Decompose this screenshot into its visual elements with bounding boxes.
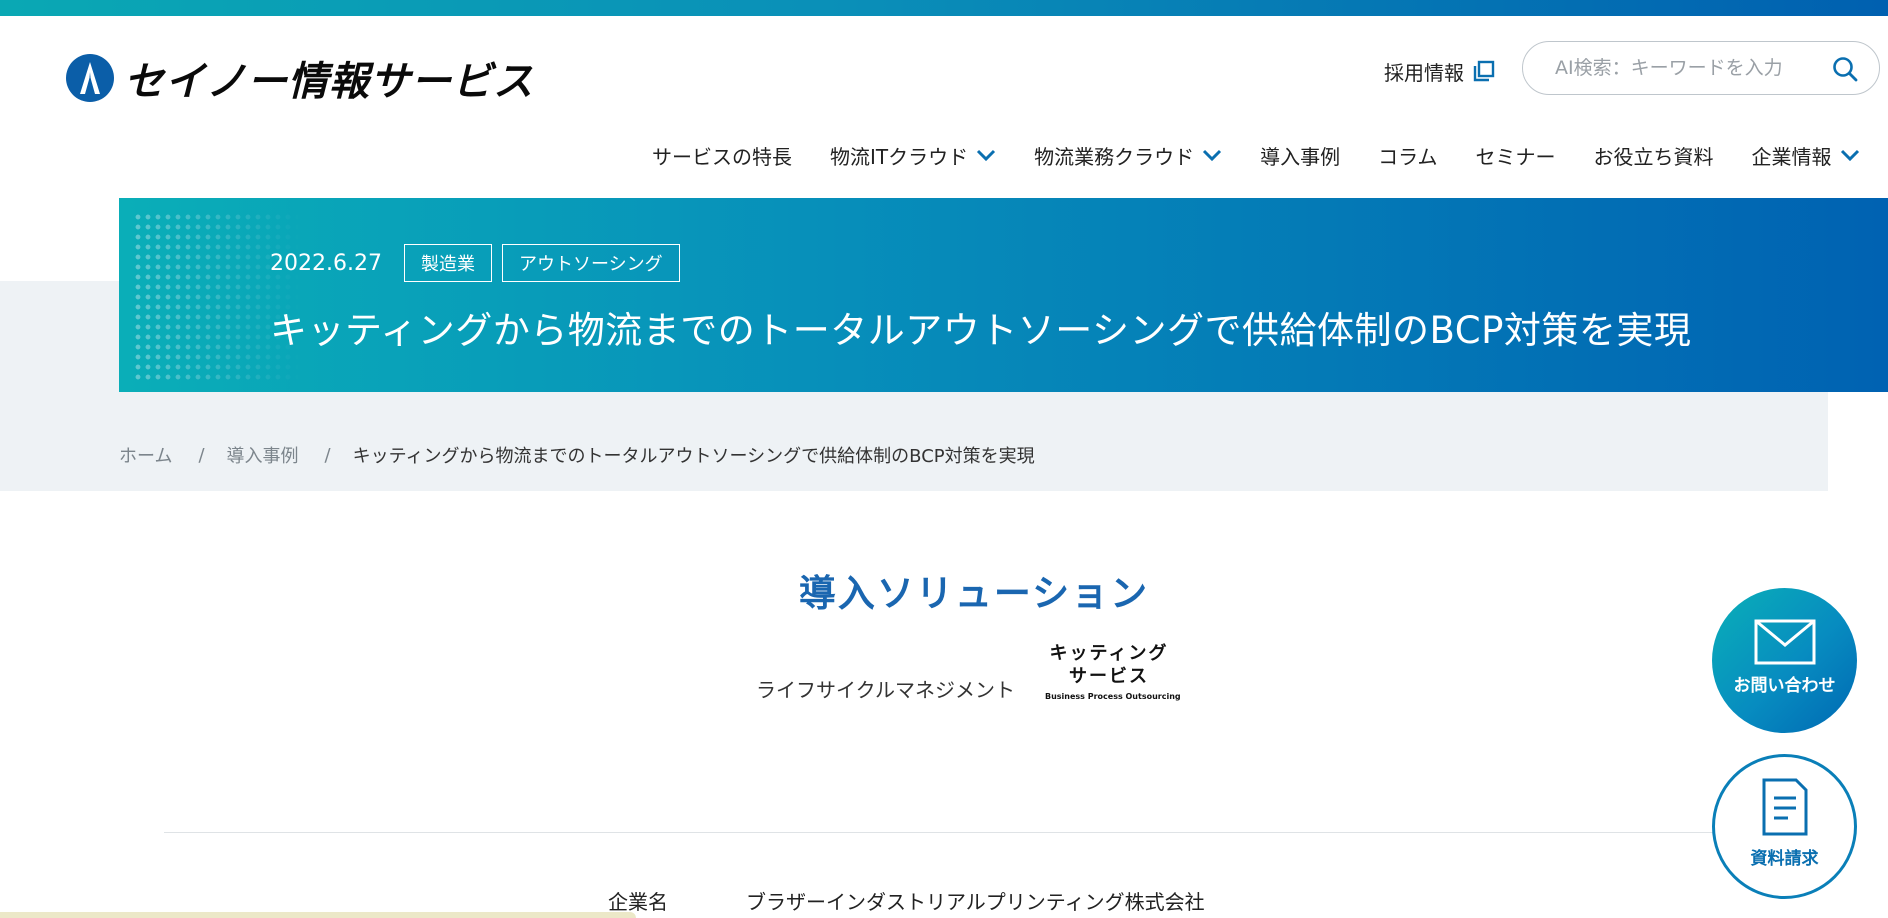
nav-item-column[interactable]: コラム (1378, 141, 1437, 170)
breadcrumb-current: キッティングから物流までのトータルアウトソーシングで供給体制のBCP対策を実現 (352, 446, 1035, 467)
nav-item-resources[interactable]: お役立ち資料 (1594, 141, 1714, 170)
nav-item-features[interactable]: サービスの特長 (652, 141, 792, 170)
breadcrumb: ホーム / 導入事例 / キッティングから物流までのトータルアウトソーシングで供… (119, 442, 1035, 468)
breadcrumb-separator: / (198, 444, 205, 466)
nav-item-label: 物流ITクラウド (830, 144, 969, 169)
main-nav: サービスの特長 物流ITクラウド 物流業務クラウド 導入事例 コラム セミナー … (652, 140, 1860, 170)
nav-item-label: コラム (1378, 144, 1438, 169)
nav-item-company[interactable]: 企業情報 (1752, 141, 1860, 170)
breadcrumb-case-studies[interactable]: 導入事例 (227, 442, 299, 468)
nav-item-label: サービスの特長 (652, 144, 792, 169)
nav-item-label: セミナー (1475, 144, 1556, 169)
logo-mark-icon (66, 54, 114, 102)
search-box (1522, 41, 1880, 95)
recruit-link[interactable]: 採用情報 (1384, 56, 1496, 86)
logo-line-2: サービス (1069, 666, 1149, 687)
hero-meta: 2022.6.27 製造業 アウトソーシング (270, 244, 690, 282)
top-accent-bar (0, 0, 1888, 16)
solution-section-title: 導入ソリューション (798, 572, 1150, 615)
nav-item-logistics-it-cloud[interactable]: 物流ITクラウド (830, 141, 996, 170)
section-divider (164, 832, 1724, 833)
kitting-service-logo[interactable]: キッティング サービス Business Process Outsourcing (1045, 642, 1181, 701)
tag-manufacturing[interactable]: 製造業 (403, 244, 492, 282)
nav-item-seminar[interactable]: セミナー (1476, 141, 1556, 170)
chevron-down-icon (1840, 149, 1859, 162)
recruit-label: 採用情報 (1384, 60, 1464, 85)
tag-outsourcing[interactable]: アウトソーシング (501, 244, 680, 282)
site-logo[interactable]: セイノー情報サービス (66, 52, 534, 105)
company-value: ブラザーインダストリアルプリンティング株式会社 (746, 890, 1205, 914)
company-key: 企業名 (608, 890, 668, 914)
bottom-notice-strip (0, 912, 636, 918)
chevron-down-icon (977, 149, 996, 162)
breadcrumb-home[interactable]: ホーム (119, 442, 172, 468)
nav-item-label: 導入事例 (1260, 144, 1341, 169)
breadcrumb-separator: / (324, 444, 331, 466)
nav-item-label: 企業情報 (1751, 144, 1832, 169)
company-info-row: 企業名 ブラザーインダストリアルプリンティング株式会社 (608, 886, 1205, 915)
contact-label: お問い合わせ (1733, 676, 1836, 696)
document-icon (1762, 778, 1807, 836)
document-request-label: 資料請求 (1750, 849, 1819, 869)
chevron-down-icon (1203, 149, 1222, 162)
solution-row: ライフサイクルマネジメント キッティング サービス Business Proce… (756, 640, 1181, 703)
contact-button[interactable]: お問い合わせ (1712, 588, 1857, 733)
page-title: キッティングから物流までのトータルアウトソーシングで供給体制のBCP対策を実現 (270, 309, 1692, 352)
document-request-button[interactable]: 資料請求 (1712, 754, 1857, 899)
hero-banner: 2022.6.27 製造業 アウトソーシング キッティングから物流までのトータル… (119, 198, 1888, 392)
nav-item-label: お役立ち資料 (1593, 144, 1714, 169)
dot-pattern-decoration (133, 212, 303, 382)
brand-name: セイノー情報サービス (124, 59, 534, 105)
mail-icon (1754, 619, 1815, 665)
external-link-icon (1473, 60, 1495, 82)
nav-item-logistics-ops-cloud[interactable]: 物流業務クラウド (1034, 141, 1222, 170)
logo-line-1: キッティング (1049, 643, 1169, 664)
nav-item-case-studies[interactable]: 導入事例 (1260, 141, 1340, 170)
logo-subtitle: Business Process Outsourcing (1045, 692, 1181, 701)
search-input[interactable] (1553, 56, 1817, 80)
publish-date: 2022.6.27 (270, 250, 382, 276)
search-icon[interactable] (1831, 55, 1859, 83)
solution-label: ライフサイクルマネジメント (756, 678, 1015, 702)
nav-item-label: 物流業務クラウド (1034, 144, 1195, 169)
page: セイノー情報サービス 採用情報 サービスの特長 物流ITクラウド 物流業務クラウ… (0, 0, 1888, 918)
